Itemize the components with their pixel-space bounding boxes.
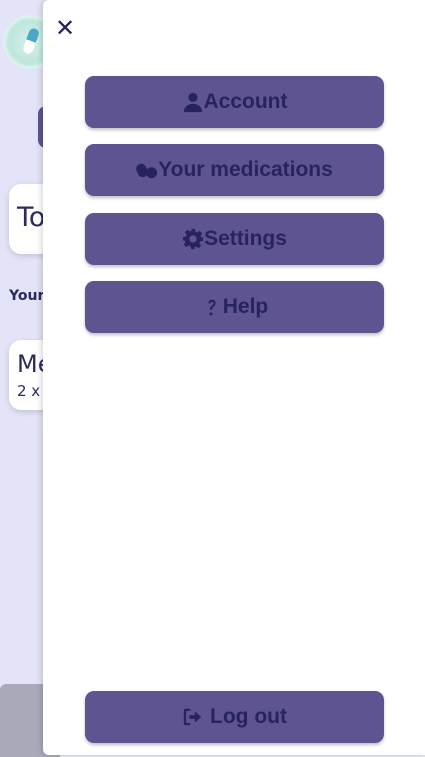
your-medications-button-label: Your medications — [158, 158, 333, 181]
logout-icon — [182, 706, 204, 728]
your-medications-button[interactable]: Your medications — [85, 144, 384, 196]
today-card-title: To — [17, 202, 46, 233]
help-button[interactable]: Help — [85, 281, 384, 333]
settings-button[interactable]: Settings — [85, 213, 384, 265]
section-label: Your — [9, 288, 45, 304]
gear-icon — [182, 228, 204, 250]
medication-card-dose: 2 x — [17, 382, 41, 400]
close-icon[interactable]: ✕ — [53, 14, 77, 42]
pill-icon — [21, 27, 41, 55]
question-icon — [201, 296, 223, 318]
account-button-label: Account — [203, 90, 288, 113]
settings-button-label: Settings — [204, 227, 287, 250]
pills-icon — [136, 159, 158, 181]
account-button[interactable]: Account — [85, 76, 384, 128]
logout-button-label: Log out — [210, 705, 287, 728]
logout-button[interactable]: Log out — [85, 691, 384, 743]
user-icon — [182, 91, 204, 113]
help-button-label: Help — [222, 295, 269, 318]
navigation-drawer: ✕ Account Your medications Settings Help… — [43, 0, 425, 755]
